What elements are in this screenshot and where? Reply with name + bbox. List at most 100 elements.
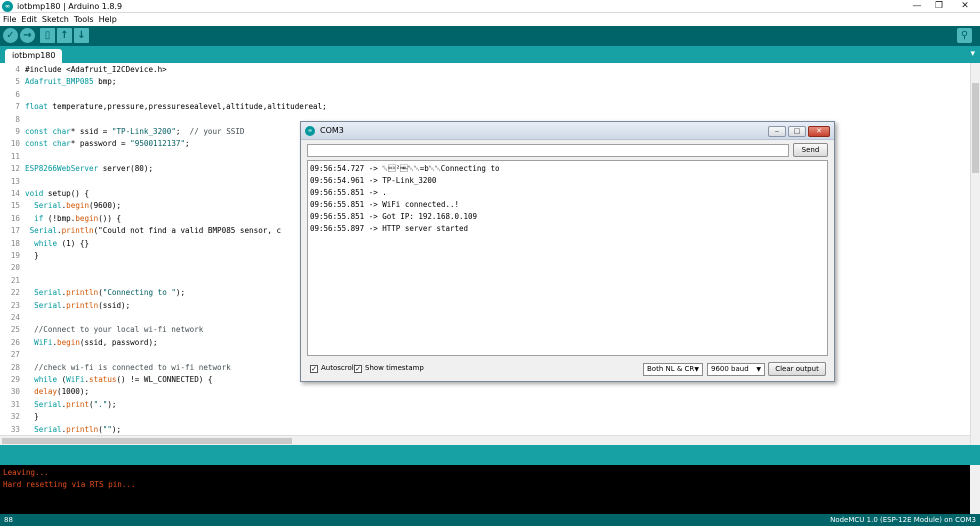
line-number: 10 [10,139,20,149]
horizontal-scrollbar[interactable] [0,435,970,445]
line-number: 17 [10,226,20,236]
send-button[interactable]: Send [793,143,828,157]
status-bar: 88 NodeMCU 1.0 (ESP-12E Module) on COM3 [0,514,980,526]
line-number: 18 [10,238,20,248]
line-number: 4 [15,65,20,74]
menu-file[interactable]: File [3,13,16,26]
code-line: 32 } [0,411,960,423]
code-text: ESP8266WebServer server(80); [25,164,154,174]
code-text: void setup() { [25,189,90,198]
code-text: delay(1000); [34,387,90,397]
autoscroll-checkbox[interactable]: ✓ [310,365,318,373]
line-ending-select[interactable]: Both NL & CR ▼ [643,363,703,376]
menu-tools[interactable]: Tools [74,13,94,26]
restore-icon[interactable]: ❐ [928,0,950,13]
line-number: 20 [10,263,20,273]
code-text: Adafruit_BMP085 bmp; [25,77,117,87]
chevron-down-icon: ▼ [694,366,699,373]
line-number: 16 [10,213,20,223]
serial-output-line: 09:56:55.851 -> Got IP: 192.168.0.109 [310,212,478,221]
code-text: while (1) {} [34,238,90,248]
line-number: 33 [10,424,20,434]
line-number: 25 [10,325,20,335]
line-number: 5 [15,77,20,87]
code-text: Serial.println(ssid); [34,300,131,310]
tab-iotbmp180[interactable]: iotbmp180 [5,49,63,63]
minimize-icon[interactable]: ‒ [768,126,786,137]
verify-icon[interactable]: ✓ [3,28,18,43]
scroll-thumb[interactable] [972,83,979,173]
line-number: 22 [10,288,20,298]
save-icon[interactable]: ↓ [74,28,89,43]
baud-rate-select[interactable]: 9600 baud ▼ [707,363,765,376]
console-line: Hard resetting via RTS pin... [3,480,136,489]
line-number: 28 [10,362,20,372]
serial-input-field[interactable] [307,144,789,157]
close-icon[interactable]: ✕ [950,0,980,13]
show-timestamp-checkbox[interactable]: ✓ [354,365,362,373]
chevron-down-icon[interactable]: ▾ [970,48,975,60]
code-text: while (WiFi.status() != WL_CONNECTED) { [34,375,213,384]
tab-strip: iotbmp180 ▾ [0,46,980,63]
new-icon[interactable]: ▯ [40,28,55,43]
scroll-thumb[interactable] [2,438,292,444]
code-line: 6 [0,89,960,101]
maximize-icon[interactable]: □ [788,126,806,137]
line-number: 14 [10,189,20,198]
line-number: 26 [10,337,20,347]
line-number: 15 [10,201,20,211]
menu-edit[interactable]: Edit [21,13,37,26]
line-number: 13 [10,176,20,186]
window-controls: — ❐ ✕ [906,0,980,13]
code-text: Serial.print("."); [34,399,117,409]
serial-output-line: 09:56:54.727 -> ␀² ␀␀=b␀␀Connecting to [310,164,500,173]
line-number: 24 [10,313,20,322]
console-scrollbar[interactable] [970,465,980,514]
serial-monitor-window: ∞ COM3 ‒ □ ✕ Send 09:56:54.727 -> ␀² ␀␀… [300,121,835,382]
line-number: 9 [15,127,20,136]
line-number: 11 [10,151,20,161]
serial-output-line: 09:56:55.851 -> WiFi connected..! [310,200,460,209]
line-number: 31 [10,399,20,409]
open-icon[interactable]: ↑ [57,28,72,43]
title-bar: ∞ iotbmp180 | Arduino 1.8.9 — ❐ ✕ [0,0,980,13]
show-timestamp-label: Show timestamp [365,364,424,372]
board-info: NodeMCU 1.0 (ESP-12E Module) on COM3 [830,516,976,524]
line-number: 23 [10,300,20,310]
code-text: //Connect to your local wi-fi network [34,325,204,335]
chevron-down-icon: ▼ [756,366,761,373]
close-icon[interactable]: ✕ [808,126,830,137]
code-text: const char* ssid = "TP-Link_3200"; // yo… [25,127,245,136]
line-number: 8 [15,114,20,124]
line-number: 32 [10,412,20,422]
code-text: float temperature,pressure,pressureseale… [25,102,327,112]
vertical-scrollbar[interactable] [970,63,980,445]
serial-output: 09:56:54.727 -> ␀² ␀␀=b␀␀Connecting to … [307,160,828,356]
code-text: WiFi.begin(ssid, password); [34,337,158,347]
minimize-icon[interactable]: — [906,0,928,13]
line-number: 27 [10,350,20,360]
magnifier-icon[interactable]: ⚲ [957,28,972,43]
window-title: iotbmp180 | Arduino 1.8.9 [17,2,123,11]
line-number: 6 [15,89,20,99]
menu-sketch[interactable]: Sketch [42,13,69,26]
arduino-logo-icon: ∞ [305,126,315,136]
code-text: } [25,412,39,422]
autoscroll-label: Autoscroll [321,364,356,372]
line-number: 30 [10,387,20,397]
code-text: Serial.println("Connecting to "); [34,288,186,298]
arduino-logo-icon: ∞ [2,1,13,12]
serial-monitor-title-bar: ∞ COM3 ‒ □ ✕ [301,122,834,140]
code-text: //check wi-fi is connected to wi-fi netw… [34,362,231,372]
upload-icon[interactable]: → [20,28,35,43]
serial-monitor-footer: ✓ Autoscroll ✓ Show timestamp Both NL & … [301,360,834,381]
menu-help[interactable]: Help [99,13,117,26]
message-area [0,445,980,465]
line-number: 88 [4,516,13,524]
line-number: 29 [10,375,20,384]
serial-output-line: 09:56:55.897 -> HTTP server started [310,224,469,233]
console-output: Leaving... Hard resetting via RTS pin... [0,465,980,514]
line-ending-value: Both NL & CR [647,365,695,373]
clear-output-button[interactable]: Clear output [768,362,826,376]
line-number: 7 [15,102,20,112]
